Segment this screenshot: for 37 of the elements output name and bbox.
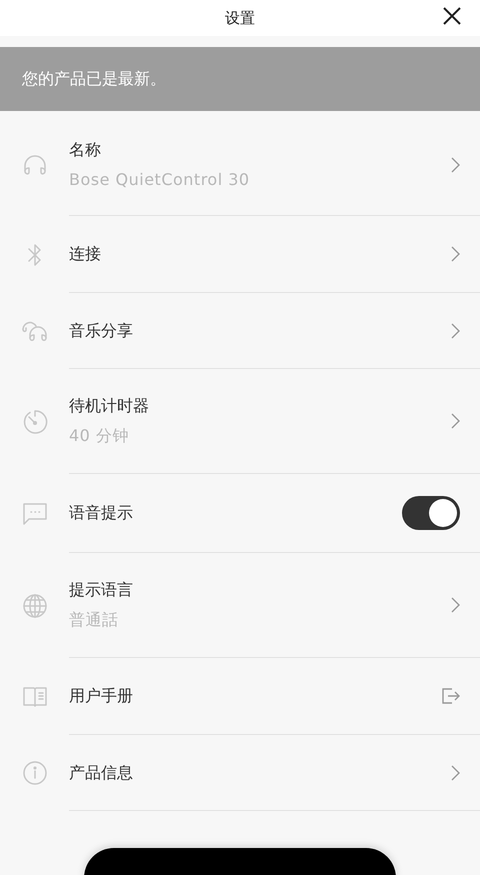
row-label: 名称 (69, 139, 102, 161)
row-label: 产品信息 (69, 762, 134, 784)
row-label: 语音提示 (69, 502, 134, 524)
row-label: 提示语言 (69, 579, 134, 601)
info-icon (22, 760, 48, 786)
update-message: 您的产品已是最新。 (22, 68, 166, 90)
external-link-icon (442, 688, 460, 704)
settings-row[interactable]: 待机计时器 40 分钟 (0, 369, 480, 474)
settings-row[interactable]: 产品信息 (0, 735, 480, 811)
row-value: Bose QuietControl 30 (69, 169, 251, 191)
row-label: 音乐分享 (69, 320, 134, 342)
timer-icon (22, 408, 48, 434)
message-icon (22, 502, 48, 526)
chevron-icon (451, 322, 460, 338)
settings-row[interactable]: 提示语言 普通話 (0, 553, 480, 658)
book-icon (22, 686, 48, 708)
settings-row[interactable]: 名称 Bose QuietControl 30 (0, 115, 480, 216)
settings-row[interactable]: 连接 (0, 216, 480, 293)
row-value: 40 分钟 (69, 425, 130, 447)
settings-row[interactable]: 用户手册 (0, 658, 480, 735)
close-button[interactable] (442, 6, 462, 26)
toggle-switch[interactable] (402, 496, 460, 530)
settings-row[interactable]: 语音提示 (0, 474, 480, 553)
bluetooth-icon (26, 242, 42, 268)
chevron-icon (451, 597, 460, 613)
row-value: 普通話 (69, 609, 120, 631)
globe-icon (22, 592, 48, 618)
chevron-icon (451, 764, 460, 780)
row-label: 连接 (69, 243, 102, 265)
settings-row[interactable]: 音乐分享 (0, 293, 480, 369)
page-title: 设置 (225, 8, 255, 29)
chevron-icon (451, 413, 460, 429)
row-label: 待机计时器 (69, 395, 150, 417)
chevron-icon (451, 246, 460, 262)
headphones-pair-icon (20, 319, 48, 343)
chevron-icon (451, 157, 460, 173)
row-label: 用户手册 (69, 685, 134, 707)
